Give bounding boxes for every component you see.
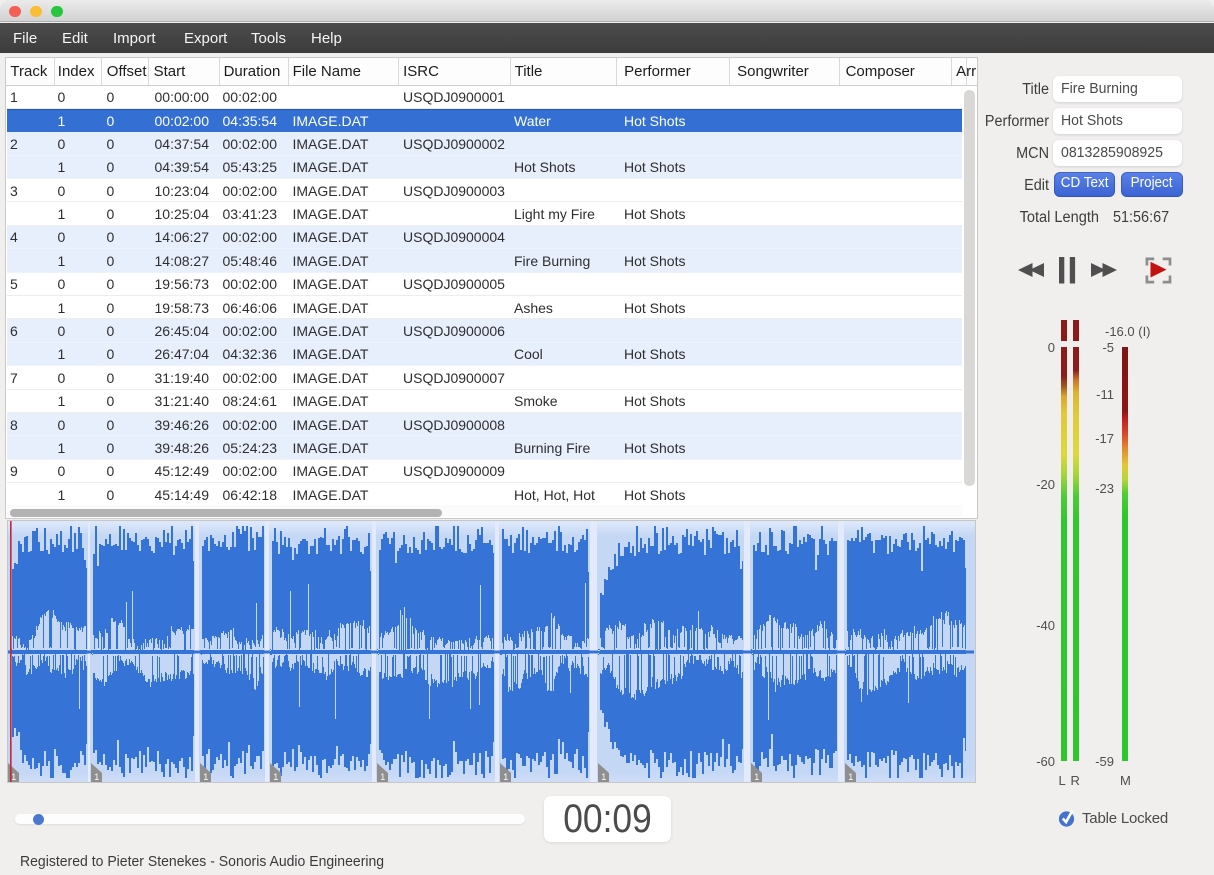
svg-text:1: 1	[848, 772, 853, 782]
svg-text:1: 1	[601, 772, 606, 782]
svg-text:1: 1	[94, 772, 99, 782]
svg-text:1: 1	[754, 772, 759, 782]
svg-text:1: 1	[11, 772, 16, 782]
svg-text:1: 1	[203, 772, 208, 782]
svg-text:1: 1	[273, 772, 278, 782]
svg-text:1: 1	[380, 772, 385, 782]
svg-text:1: 1	[503, 772, 508, 782]
